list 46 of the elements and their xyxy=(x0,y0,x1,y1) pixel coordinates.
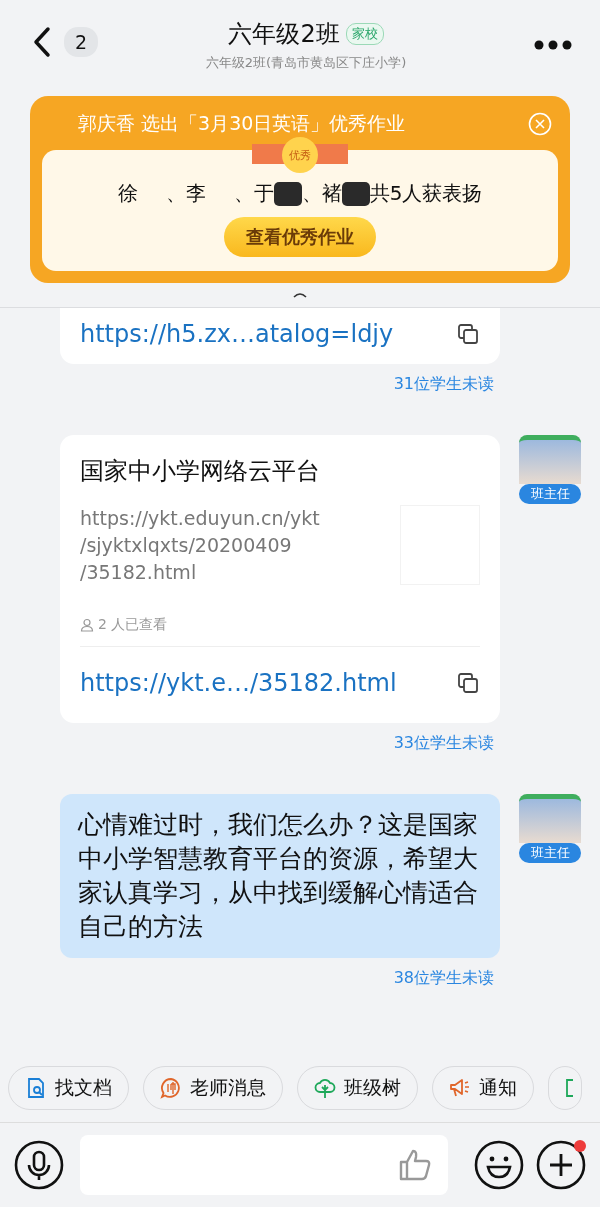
back-icon[interactable] xyxy=(32,26,52,58)
group-tag: 家校 xyxy=(345,23,384,45)
quick-action-chip[interactable]: 通知 xyxy=(432,1066,534,1110)
thumbs-up-icon[interactable] xyxy=(398,1148,432,1182)
praise-summary: 共5人获表扬 xyxy=(369,180,483,207)
unread-status[interactable]: 38位学生未读 xyxy=(393,968,494,989)
view-count: 2 人已查看 xyxy=(98,616,168,634)
link[interactable]: https://h5.zx…atalog=ldjy xyxy=(80,320,394,348)
document-search-icon xyxy=(25,1077,47,1099)
separator: 、 xyxy=(233,180,254,207)
role-badge: 班主任 xyxy=(519,843,581,863)
collapse-icon[interactable] xyxy=(292,291,308,299)
message-input[interactable] xyxy=(80,1135,448,1195)
quick-action-chip[interactable]: 找文档 xyxy=(8,1066,129,1110)
more-icon[interactable] xyxy=(534,40,572,50)
separator: 、 xyxy=(165,180,186,207)
chat-title: 六年级2班 xyxy=(228,19,340,50)
student-name: 徐 xyxy=(117,180,138,207)
quick-action-chip[interactable]: 老师消息 xyxy=(143,1066,283,1110)
copy-icon[interactable] xyxy=(456,322,480,346)
student-name: 褚 xyxy=(321,180,342,207)
banner-title: 郭庆香 选出「3月30日英语」优秀作业 xyxy=(78,111,406,136)
unread-count: 2 xyxy=(64,27,99,57)
person-icon xyxy=(80,618,94,632)
message-bubble: 心情难过时，我们怎么办？这是国家中小学智慧教育平台的资源，希望大家认真学习，从中找到缓解心情适合自己的方法 xyxy=(60,794,500,958)
quick-action-chip[interactable] xyxy=(548,1066,582,1110)
card-title: 国家中小学网络云平台 xyxy=(80,456,321,487)
megaphone-icon xyxy=(449,1077,471,1099)
copy-icon[interactable] xyxy=(456,671,480,695)
microphone-icon[interactable] xyxy=(14,1140,64,1190)
speech-bubble-icon xyxy=(160,1077,182,1099)
unread-status[interactable]: 31位学生未读 xyxy=(393,374,494,395)
unread-status[interactable]: 33位学生未读 xyxy=(393,733,494,754)
student-name: 于 xyxy=(253,180,274,207)
add-icon[interactable] xyxy=(536,1140,586,1190)
chat-subtitle: 六年级2班(青岛市黄岛区下庄小学) xyxy=(205,54,407,72)
quick-action-chip[interactable]: 班级树 xyxy=(297,1066,418,1110)
ribbon-badge: 优秀 xyxy=(252,136,348,174)
role-badge: 班主任 xyxy=(519,484,581,504)
link[interactable]: https://ykt.e…/35182.html xyxy=(80,669,397,697)
view-homework-button[interactable]: 查看优秀作业 xyxy=(224,217,376,257)
tree-icon xyxy=(314,1077,336,1099)
separator: 、 xyxy=(301,180,322,207)
student-name: 李 xyxy=(185,180,206,207)
emoji-icon[interactable] xyxy=(474,1140,524,1190)
card-url: https://ykt.eduyun.cn/ykt /sjyktxlqxts/20200409 /35182.html xyxy=(80,506,320,585)
